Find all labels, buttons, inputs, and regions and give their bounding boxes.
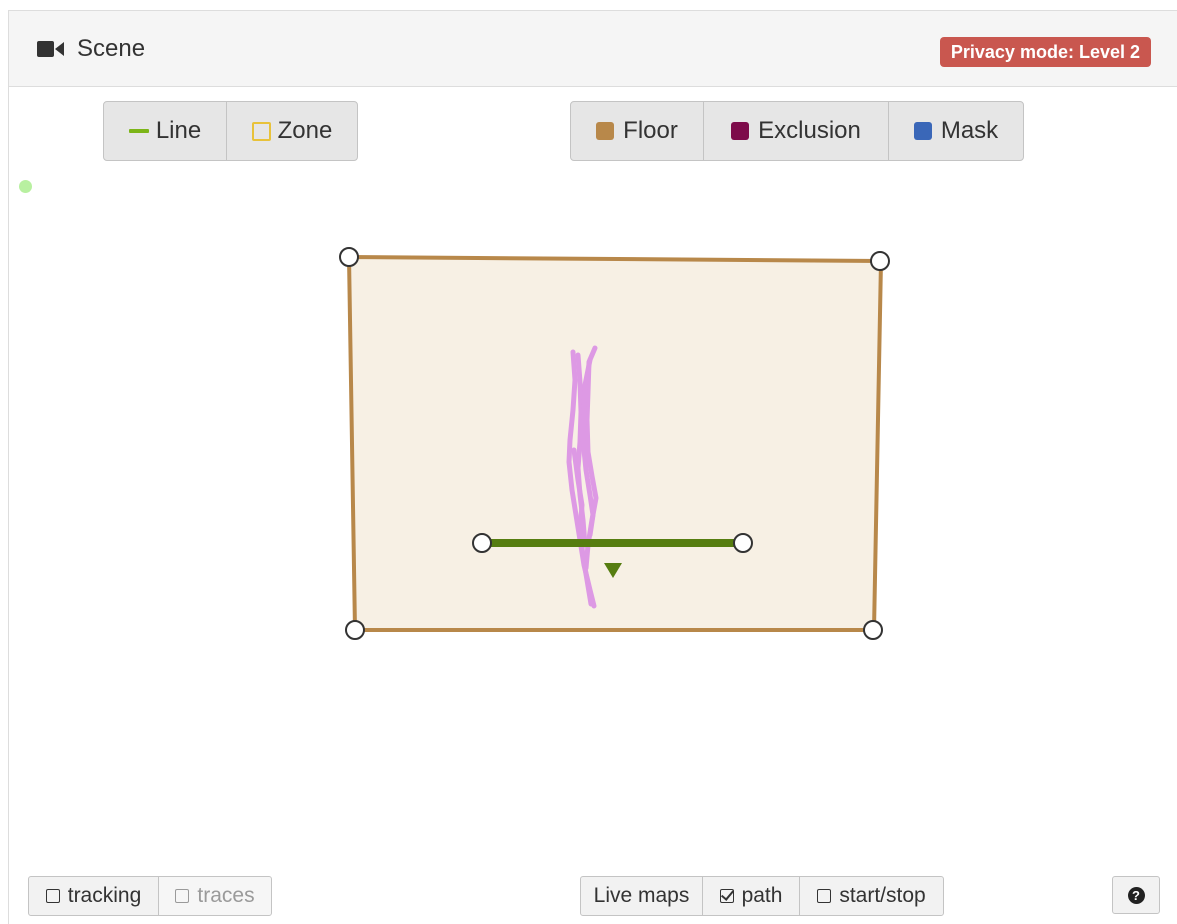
help-icon: ? bbox=[1127, 886, 1145, 904]
start-stop-label: start/stop bbox=[839, 884, 926, 907]
tracking-label: tracking bbox=[67, 884, 142, 907]
live-maps-label: Live maps bbox=[593, 884, 690, 907]
tracking-toggle[interactable]: tracking bbox=[28, 876, 159, 916]
line-endpoint-handle[interactable] bbox=[733, 533, 753, 553]
floor-corner-handle[interactable] bbox=[863, 620, 883, 640]
live-maps-group: Live maps path start/stop bbox=[580, 876, 944, 916]
checkbox-icon bbox=[175, 889, 190, 903]
help-button[interactable]: ? bbox=[1112, 876, 1160, 914]
scene-canvas[interactable] bbox=[0, 0, 1177, 924]
floor-corner-handle[interactable] bbox=[345, 620, 365, 640]
traces-label: traces bbox=[197, 884, 255, 907]
checkbox-icon bbox=[817, 889, 832, 903]
start-stop-toggle[interactable]: start/stop bbox=[799, 876, 944, 916]
floor-corner-handle[interactable] bbox=[339, 247, 359, 267]
tracking-options-group: tracking traces bbox=[28, 876, 272, 916]
path-toggle[interactable]: path bbox=[702, 876, 800, 916]
path-label: path bbox=[741, 884, 783, 907]
floor-corner-handle[interactable] bbox=[870, 251, 890, 271]
checked-checkbox-icon bbox=[719, 889, 734, 903]
checkbox-icon bbox=[45, 889, 60, 903]
live-maps-button[interactable]: Live maps bbox=[580, 876, 703, 916]
line-endpoint-handle[interactable] bbox=[472, 533, 492, 553]
traces-toggle[interactable]: traces bbox=[158, 876, 272, 916]
